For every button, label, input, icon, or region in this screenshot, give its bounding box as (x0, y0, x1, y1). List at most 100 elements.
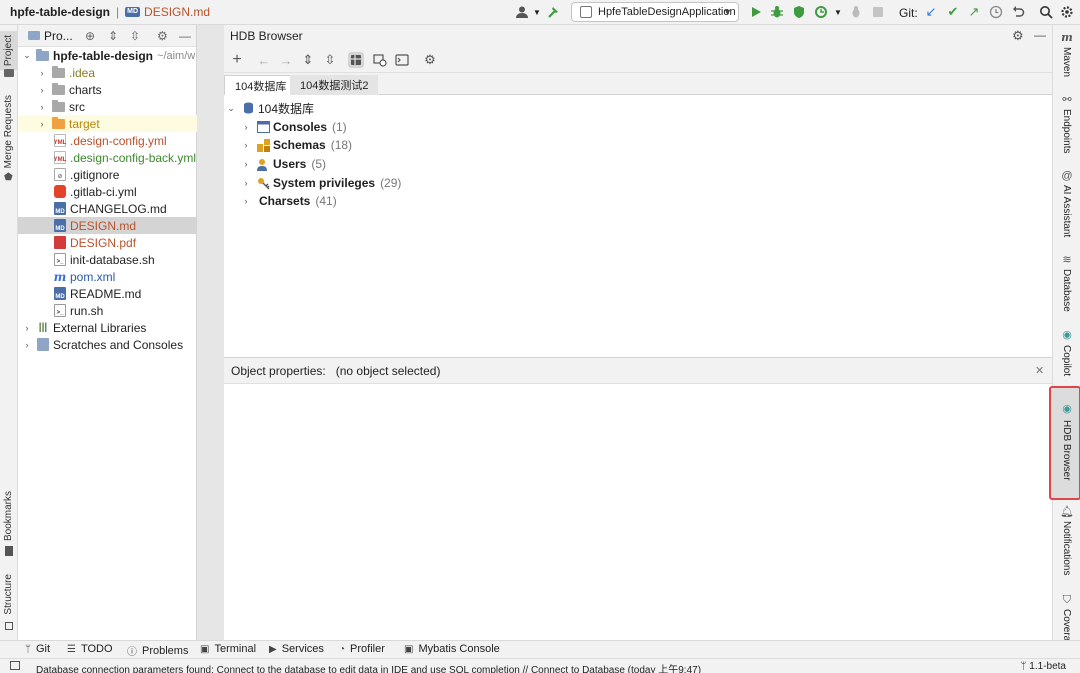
console-icon[interactable] (394, 52, 410, 68)
git-commit-icon[interactable]: ✔ (945, 4, 961, 20)
build-hammer-icon[interactable] (546, 4, 562, 20)
collapse-all-icon[interactable]: ⇳ (130, 29, 140, 43)
status-message[interactable]: Database connection parameters found: Co… (36, 661, 701, 673)
tree-item-scratches[interactable]: › Scratches and Consoles (18, 336, 197, 353)
hdb-browser-tool-button[interactable]: ◉ HDB Browser (1049, 386, 1080, 500)
chevron-down-icon[interactable]: ▼ (830, 4, 846, 20)
refresh-history-icon[interactable] (372, 52, 388, 68)
merge-requests-tool-button[interactable]: Merge Requests (3, 95, 14, 168)
back-arrow-icon[interactable]: ← (256, 52, 272, 68)
hide-panel-icon[interactable]: — (179, 29, 191, 43)
user-icon[interactable] (514, 4, 530, 20)
problems-tool-button[interactable]: ⓘ Problems (127, 643, 188, 659)
tree-item-run-sh[interactable]: >_ run.sh (18, 302, 197, 319)
run-configuration-select[interactable]: HpfeTableDesignApplication ▼ (571, 2, 739, 22)
tab-connection-104-test2[interactable]: 104数据测试2 (290, 75, 379, 95)
chevron-right-icon[interactable]: › (241, 196, 251, 206)
chevron-right-icon[interactable]: › (22, 340, 32, 350)
tree-item-design-md[interactable]: MD DESIGN.md (18, 217, 197, 234)
chevron-right-icon[interactable]: › (241, 140, 251, 150)
collapse-all-icon[interactable]: ⇳ (322, 52, 338, 68)
database-schema-icon[interactable] (348, 52, 364, 68)
chevron-down-icon[interactable]: ⌄ (226, 103, 236, 114)
breadcrumb-file[interactable]: DESIGN.md (144, 5, 210, 19)
endpoints-tool-button[interactable]: Endpoints (1061, 109, 1072, 153)
hide-panel-icon[interactable]: — (1034, 28, 1046, 42)
db-node-consoles[interactable]: › Consoles (1) (241, 118, 347, 136)
tree-item-pom[interactable]: m pom.xml (18, 268, 197, 285)
chevron-down-icon[interactable]: ▼ (529, 4, 545, 20)
tree-item-external-libraries[interactable]: › ||| External Libraries (18, 319, 197, 336)
tab-connection-104[interactable]: 104数据库 (224, 75, 298, 95)
gear-icon[interactable]: ⚙ (1012, 28, 1024, 44)
tree-item-readme[interactable]: MD README.md (18, 285, 197, 302)
project-tool-button[interactable]: Project (0, 31, 18, 71)
chevron-right-icon[interactable]: › (241, 159, 251, 169)
git-tool-button[interactable]: ᛘ Git (25, 643, 50, 655)
panel-divider[interactable] (197, 25, 224, 640)
forward-arrow-icon[interactable]: → (278, 52, 294, 68)
gear-icon[interactable]: ⚙ (157, 29, 168, 43)
tree-item-design-pdf[interactable]: DESIGN.pdf (18, 234, 197, 251)
profile-icon[interactable] (813, 4, 829, 20)
chevron-right-icon[interactable]: › (241, 178, 251, 188)
tool-window-toggle-icon[interactable] (10, 661, 20, 670)
locate-file-icon[interactable]: ⊕ (85, 29, 95, 43)
git-branch-indicator[interactable]: ᛘ 1.1-beta (1021, 661, 1066, 672)
tree-root-project[interactable]: ⌄ hpfe-table-design ~/aim/w (18, 47, 197, 64)
db-node-users[interactable]: › Users (5) (241, 155, 327, 173)
settings-gear-icon[interactable]: ⚙ (422, 52, 438, 68)
ai-assistant-tool-button[interactable]: AI Assistant (1061, 185, 1072, 237)
settings-gear-icon[interactable] (1059, 4, 1075, 20)
services-tool-button[interactable]: ▶ Services (269, 643, 324, 655)
copilot-tool-button[interactable]: Copilot (1061, 345, 1072, 376)
db-node-system-privileges[interactable]: › System privileges (29) (241, 174, 402, 192)
chevron-right-icon[interactable]: › (37, 68, 47, 78)
bookmarks-tool-button[interactable]: Bookmarks (3, 491, 14, 541)
tree-item-changelog[interactable]: MD CHANGELOG.md (18, 200, 197, 217)
git-push-icon[interactable]: ↗ (966, 4, 982, 20)
db-tree-root[interactable]: ⌄ 104数据库 (226, 99, 314, 117)
tree-item-design-config-back[interactable]: YML .design-config-back.yml (18, 149, 197, 166)
chevron-right-icon[interactable]: › (22, 323, 32, 333)
expand-all-icon[interactable]: ⇕ (300, 52, 316, 68)
notifications-tool-button[interactable]: Notifications (1061, 521, 1072, 575)
tree-item-init-database[interactable]: >_ init-database.sh (18, 251, 197, 268)
tree-item-charts[interactable]: › charts (18, 81, 197, 98)
tree-item-design-config[interactable]: YML .design-config.yml (18, 132, 197, 149)
run-icon[interactable] (748, 4, 764, 20)
coverage-tool-button[interactable]: Covera (1061, 609, 1072, 641)
stop-icon[interactable] (870, 4, 886, 20)
tree-item-src[interactable]: › src (18, 98, 197, 115)
chevron-right-icon[interactable]: › (37, 102, 47, 112)
history-icon[interactable] (988, 4, 1004, 20)
attach-debugger-icon[interactable] (848, 4, 864, 20)
debug-icon[interactable] (769, 4, 785, 20)
maven-tool-button[interactable]: Maven (1061, 47, 1072, 77)
rollback-icon[interactable] (1010, 4, 1026, 20)
chevron-down-icon[interactable]: ⌄ (22, 50, 32, 61)
git-update-icon[interactable]: ↙ (923, 4, 939, 20)
structure-tool-button[interactable]: Structure (3, 574, 14, 615)
db-node-schemas[interactable]: › Schemas (18) (241, 136, 353, 154)
tree-item-target[interactable]: › target (18, 115, 197, 132)
chevron-right-icon[interactable]: › (37, 85, 47, 95)
chevron-right-icon[interactable]: › (241, 122, 251, 132)
terminal-tool-button[interactable]: ▣ Terminal (200, 643, 256, 655)
search-icon[interactable] (1038, 4, 1054, 20)
coverage-icon[interactable] (791, 4, 807, 20)
todo-tool-button[interactable]: ☰ TODO (67, 643, 113, 655)
mybatis-console-tool-button[interactable]: ▣ Mybatis Console (404, 643, 500, 655)
database-tool-button[interactable]: Database (1061, 269, 1072, 312)
tree-item-gitignore[interactable]: ⊘ .gitignore (18, 166, 197, 183)
project-panel-title[interactable]: Pro... (44, 29, 73, 43)
profiler-tool-button[interactable]: ◔ Profiler (339, 643, 385, 655)
db-node-charsets[interactable]: › Charsets (41) (241, 192, 337, 210)
tree-item-idea[interactable]: › .idea (18, 64, 197, 81)
breadcrumb-project[interactable]: hpfe-table-design (10, 5, 110, 19)
close-icon[interactable]: ✕ (1035, 364, 1044, 377)
expand-all-icon[interactable]: ⇕ (108, 29, 118, 43)
add-icon[interactable]: + (229, 51, 245, 68)
tree-item-gitlab-ci[interactable]: .gitlab-ci.yml (18, 183, 197, 200)
chevron-right-icon[interactable]: › (37, 119, 47, 129)
